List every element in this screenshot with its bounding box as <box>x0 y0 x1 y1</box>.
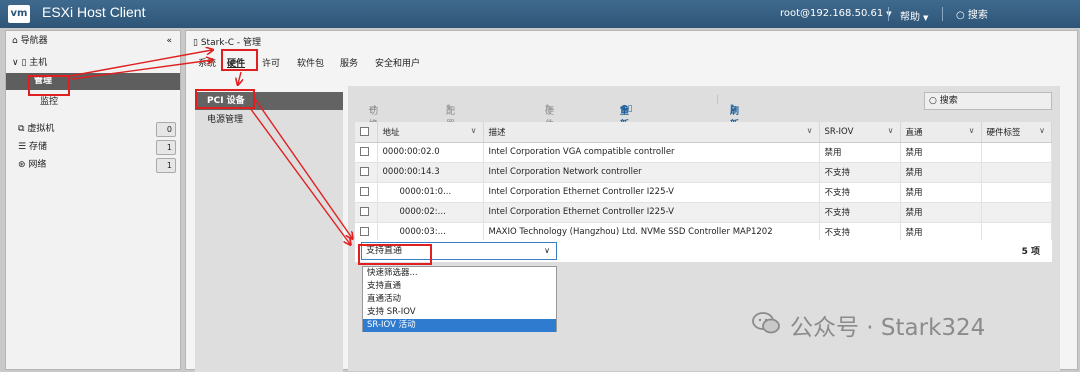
annotation-arrows <box>69 0 1080 370</box>
